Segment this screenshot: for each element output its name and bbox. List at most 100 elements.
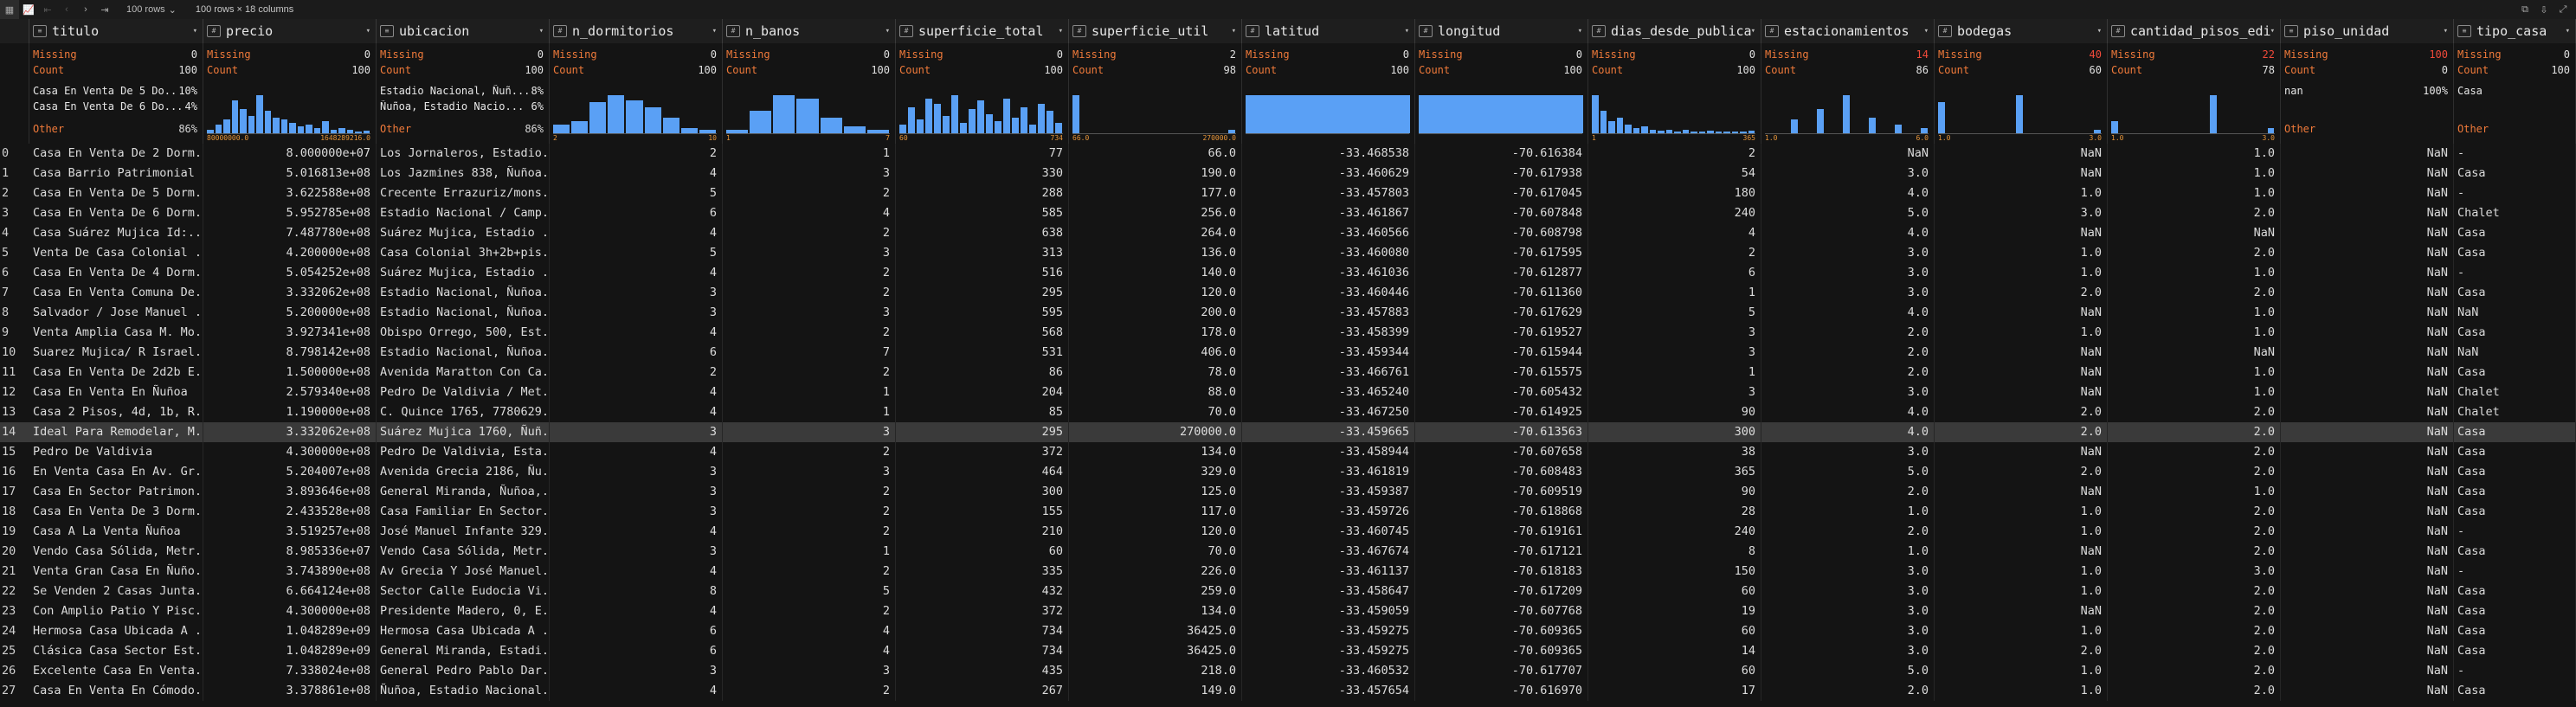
table-cell[interactable]: 60 [1588, 621, 1761, 641]
table-cell[interactable]: Los Jazmines 838, Ñuñoa... [377, 164, 550, 183]
table-cell[interactable]: 2.0 [2108, 462, 2281, 482]
table-cell[interactable]: -70.617707 [1415, 661, 1588, 681]
table-cell[interactable]: Casa [2454, 323, 2576, 343]
table-cell[interactable]: -33.465240 [1242, 382, 1415, 402]
column-header-superficie_util[interactable]: # superficie_util ▾ [1069, 19, 1242, 43]
table-cell[interactable]: Casa [2454, 621, 2576, 641]
table-cell[interactable]: NaN [2281, 621, 2454, 641]
column-header-superficie_total[interactable]: # superficie_total ▾ [896, 19, 1069, 43]
table-cell[interactable]: 2.0 [1935, 422, 2108, 442]
table-cell[interactable]: Salvador / Jose Manuel ... [29, 303, 203, 323]
table-cell[interactable]: Casa [2454, 283, 2576, 303]
table-cell[interactable]: 2 [723, 502, 896, 522]
table-cell[interactable]: 2 [723, 482, 896, 502]
table-cell[interactable]: -70.605432 [1415, 382, 1588, 402]
table-cell[interactable]: 3.893646e+08 [203, 482, 377, 502]
table-cell[interactable]: 70.0 [1069, 402, 1242, 422]
table-cell[interactable]: 3 [723, 422, 896, 442]
table-row[interactable]: 7 Casa En Venta Comuna De... 3.332062e+08 E… [0, 283, 2576, 303]
table-cell[interactable]: 3 [723, 164, 896, 183]
table-cell[interactable]: 155 [896, 502, 1069, 522]
table-cell[interactable]: Pedro De Valdivia, Esta... [377, 442, 550, 462]
table-row[interactable]: 17 Casa En Sector Patrimon... 3.893646e+08… [0, 482, 2576, 502]
table-cell[interactable]: Casa [2454, 681, 2576, 701]
table-cell[interactable]: José Manuel Infante 329... [377, 522, 550, 542]
table-cell[interactable]: NaN [2281, 223, 2454, 243]
table-cell[interactable]: 3 [723, 303, 896, 323]
table-cell[interactable]: NaN [1761, 144, 1935, 164]
table-cell[interactable]: 6 [550, 343, 723, 363]
table-cell[interactable]: -70.611360 [1415, 283, 1588, 303]
table-cell[interactable]: 1.0 [1761, 542, 1935, 562]
table-cell[interactable]: 70.0 [1069, 542, 1242, 562]
column-header-estacionamientos[interactable]: # estacionamientos ▾ [1761, 19, 1935, 43]
table-cell[interactable]: 568 [896, 323, 1069, 343]
table-cell[interactable]: 3.0 [1761, 243, 1935, 263]
table-cell[interactable]: 3.0 [1761, 263, 1935, 283]
table-cell[interactable]: -33.459726 [1242, 502, 1415, 522]
table-cell[interactable]: 259.0 [1069, 582, 1242, 601]
table-row[interactable]: 2 Casa En Venta De 5 Dorm... 3.622588e+08 C… [0, 183, 2576, 203]
table-cell[interactable]: 66.0 [1069, 144, 1242, 164]
table-cell[interactable]: 1.0 [2108, 164, 2281, 183]
column-menu-icon[interactable]: ▾ [1578, 27, 1582, 35]
column-header-tipo_casa[interactable]: ≡ tipo_casa ▾ [2454, 19, 2576, 43]
table-cell[interactable]: NaN [2281, 522, 2454, 542]
table-cell[interactable]: 180 [1588, 183, 1761, 203]
prev-page-icon[interactable]: ‹ [57, 0, 76, 19]
table-cell[interactable]: Casa [2454, 164, 2576, 183]
table-cell[interactable]: 125.0 [1069, 482, 1242, 502]
table-cell[interactable]: 365 [1588, 462, 1761, 482]
table-cell[interactable]: -33.459275 [1242, 641, 1415, 661]
table-cell[interactable]: 1.0 [2108, 263, 2281, 283]
table-cell[interactable]: General Pedro Pablo Dar... [377, 661, 550, 681]
table-cell[interactable]: -33.459059 [1242, 601, 1415, 621]
rows-per-page-select[interactable]: 100 rows ⌄ [121, 4, 182, 16]
table-cell[interactable]: 5 [550, 243, 723, 263]
table-cell[interactable]: NaN [1935, 382, 2108, 402]
table-cell[interactable]: NaN [2281, 382, 2454, 402]
table-cell[interactable]: 3.0 [2108, 562, 2281, 582]
table-cell[interactable]: 1.0 [1935, 263, 2108, 283]
table-cell[interactable]: 4 [550, 382, 723, 402]
table-cell[interactable]: 2.0 [2108, 601, 2281, 621]
table-row[interactable]: 21 Venta Gran Casa En Ñuño... 3.743890e+08… [0, 562, 2576, 582]
table-cell[interactable]: -70.616384 [1415, 144, 1588, 164]
table-cell[interactable]: 1.190000e+08 [203, 402, 377, 422]
table-cell[interactable]: 3.0 [1761, 283, 1935, 303]
table-cell[interactable]: 1.048289e+09 [203, 621, 377, 641]
table-cell[interactable]: 2 [723, 223, 896, 243]
table-cell[interactable]: Chalet [2454, 402, 2576, 422]
table-cell[interactable]: 5 [723, 582, 896, 601]
table-cell[interactable]: 2 [723, 681, 896, 701]
table-cell[interactable]: NaN [2281, 283, 2454, 303]
table-cell[interactable]: 3.0 [1761, 621, 1935, 641]
table-cell[interactable]: 2 [723, 522, 896, 542]
table-cell[interactable]: 3 [723, 243, 896, 263]
table-cell[interactable]: 36425.0 [1069, 621, 1242, 641]
table-cell[interactable]: Pedro De Valdivia / Met... [377, 382, 550, 402]
table-cell[interactable]: 4.0 [1761, 223, 1935, 243]
table-cell[interactable]: 5.204007e+08 [203, 462, 377, 482]
expand-icon[interactable]: ⤢ [2553, 0, 2573, 19]
table-cell[interactable]: 4 [550, 442, 723, 462]
table-cell[interactable]: Casa En Venta De 3 Dorm... [29, 502, 203, 522]
table-cell[interactable]: 435 [896, 661, 1069, 681]
table-row[interactable]: 12 Casa En Venta En Ñuñoa 2.579340e+08 Pedr… [0, 382, 2576, 402]
table-cell[interactable]: -70.609365 [1415, 621, 1588, 641]
table-cell[interactable]: 134.0 [1069, 442, 1242, 462]
table-cell[interactable]: -70.619527 [1415, 323, 1588, 343]
table-cell[interactable]: 4 [550, 323, 723, 343]
table-cell[interactable]: NaN [1935, 303, 2108, 323]
table-cell[interactable]: Chalet [2454, 203, 2576, 223]
table-cell[interactable]: 3.332062e+08 [203, 283, 377, 303]
table-cell[interactable]: 1.0 [2108, 183, 2281, 203]
table-cell[interactable]: Venta De Casa Colonial ... [29, 243, 203, 263]
table-cell[interactable]: 4 [550, 402, 723, 422]
column-menu-icon[interactable]: ▾ [539, 27, 544, 35]
table-cell[interactable]: 2.0 [2108, 442, 2281, 462]
table-cell[interactable]: 2.0 [2108, 422, 2281, 442]
column-menu-icon[interactable]: ▾ [1059, 27, 1063, 35]
table-cell[interactable]: 2.0 [2108, 641, 2281, 661]
table-cell[interactable]: 1.0 [1935, 621, 2108, 641]
